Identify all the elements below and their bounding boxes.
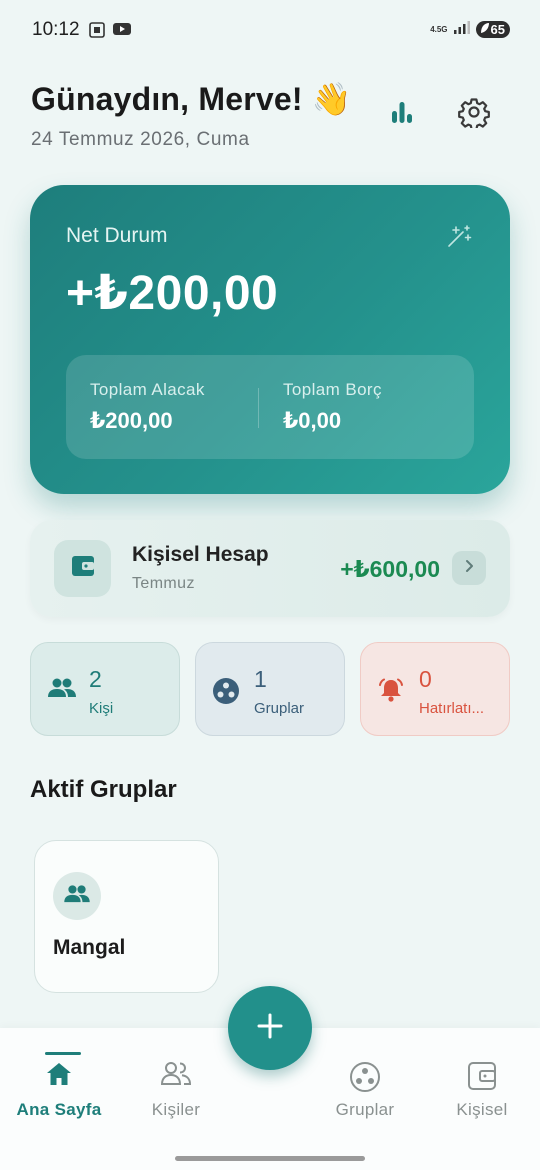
battery-level: 65 — [490, 22, 505, 37]
nav-home[interactable]: Ana Sayfa — [4, 1028, 114, 1138]
home-icon — [45, 1061, 73, 1092]
nav-groups[interactable]: Gruplar — [310, 1028, 420, 1138]
people-label: Kişi — [89, 700, 114, 717]
personal-account-card[interactable]: Kişisel Hesap Temmuz +₺600,00 — [30, 520, 510, 617]
totals-box: Toplam Alacak ₺200,00 Toplam Borç ₺0,00 — [66, 355, 474, 459]
nav-people[interactable]: Kişiler — [121, 1028, 231, 1138]
people-count: 2 — [89, 666, 102, 692]
youtube-icon — [112, 21, 132, 44]
total-debt: Toplam Borç ₺0,00 — [283, 380, 382, 434]
chevron-right-icon — [463, 559, 475, 578]
sparkle-icon — [446, 223, 474, 254]
net-status-amount: +₺200,00 — [66, 267, 279, 320]
receivable-label: Toplam Alacak — [90, 380, 205, 399]
date-subtitle: 24 Temmuz 2026, Cuma — [31, 129, 250, 150]
battery-indicator: 65 — [475, 21, 510, 38]
groups-count: 1 — [254, 666, 267, 692]
group-name: Mangal — [53, 936, 126, 959]
group-avatar — [53, 872, 101, 920]
settings-button[interactable] — [456, 96, 492, 132]
personal-account-title: Kişisel Hesap — [132, 543, 269, 566]
stat-reminders-card[interactable]: 0 Hatırlatı... — [360, 642, 510, 736]
bell-icon — [377, 677, 405, 708]
nav-personal-label: Kişisel — [456, 1100, 508, 1119]
groups-icon — [212, 677, 240, 710]
status-time: 10:12 — [32, 19, 80, 40]
home-indicator-bar[interactable] — [175, 1156, 365, 1161]
debt-label: Toplam Borç — [283, 380, 382, 399]
debt-value: ₺0,00 — [283, 408, 342, 433]
nav-groups-label: Gruplar — [335, 1100, 395, 1119]
groups-label: Gruplar — [254, 700, 305, 717]
personal-account-open-button[interactable] — [452, 551, 486, 585]
personal-account-amount: +₺600,00 — [340, 556, 440, 582]
screen-record-icon — [88, 21, 106, 44]
net-status-label: Net Durum — [66, 224, 168, 247]
groups-outline-icon — [349, 1061, 381, 1098]
people-icon — [47, 677, 77, 704]
stat-people-card[interactable]: 2 Kişi — [30, 642, 180, 736]
signal-icon — [453, 20, 470, 39]
nav-personal[interactable]: Kişisel — [427, 1028, 537, 1138]
net-status-card: Net Durum +₺200,00 Toplam Alacak ₺200,00… — [30, 185, 510, 494]
greeting-title: Günaydın, Merve! 👋 — [31, 81, 352, 117]
total-receivable: Toplam Alacak ₺200,00 — [90, 380, 205, 434]
nav-people-label: Kişiler — [151, 1100, 201, 1119]
statistics-button[interactable] — [384, 96, 420, 132]
leaf-icon — [480, 22, 490, 37]
people-icon — [63, 884, 91, 909]
active-groups-title: Aktif Gruplar — [30, 776, 177, 803]
people-outline-icon — [160, 1061, 192, 1092]
nav-home-label: Ana Sayfa — [16, 1100, 102, 1119]
totals-divider — [258, 388, 259, 428]
personal-wallet-badge — [54, 540, 111, 597]
bar-chart-icon — [389, 99, 415, 130]
wallet-outline-icon — [467, 1061, 497, 1096]
nav-active-indicator — [45, 1052, 81, 1055]
reminders-label: Hatırlatı... — [419, 700, 485, 717]
stat-groups-card[interactable]: 1 Gruplar — [195, 642, 345, 736]
status-bar: 10:12 4.5G 65 — [0, 0, 540, 62]
personal-account-month: Temmuz — [132, 575, 195, 592]
gear-icon — [458, 96, 490, 133]
group-card-mangal[interactable]: Mangal — [34, 840, 219, 993]
network-type: 4.5G — [430, 25, 448, 34]
plus-icon — [257, 1013, 283, 1044]
wallet-icon — [71, 555, 95, 582]
receivable-value: ₺200,00 — [90, 408, 173, 433]
add-fab-button[interactable] — [228, 986, 312, 1070]
reminders-count: 0 — [419, 666, 432, 692]
